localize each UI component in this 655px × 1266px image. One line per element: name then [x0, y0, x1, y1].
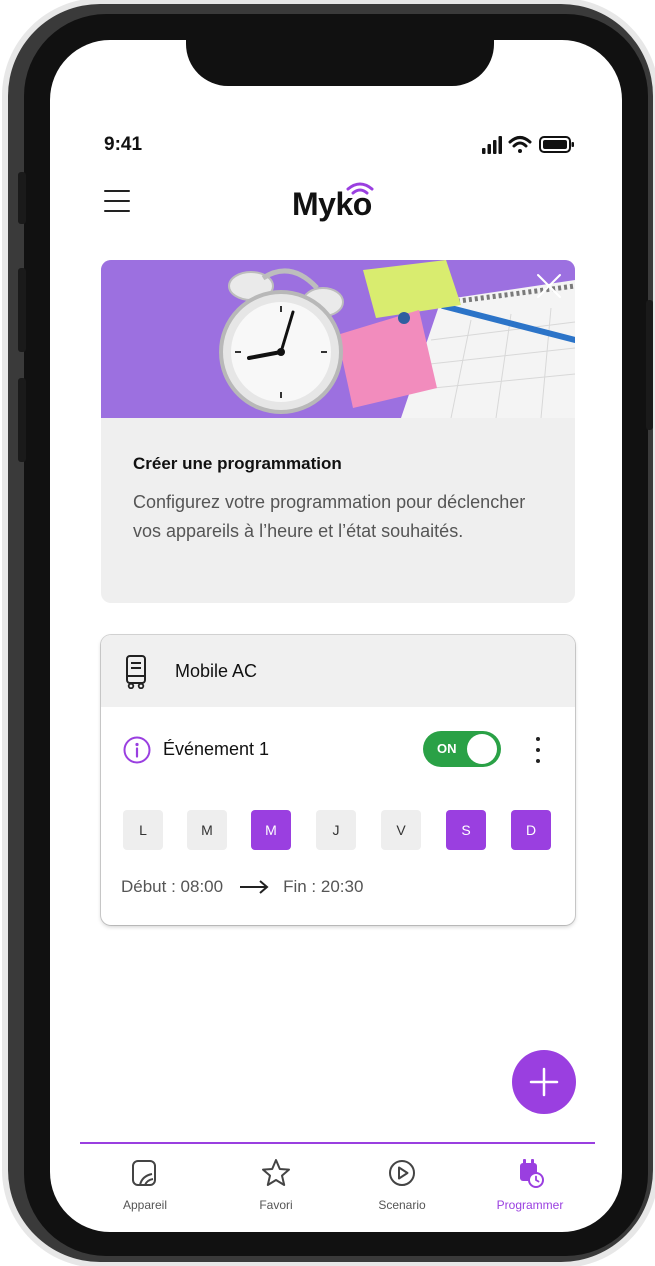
- push-pin: [398, 312, 410, 324]
- day-button[interactable]: M: [251, 810, 291, 850]
- nav-item-scenario[interactable]: Scenario: [347, 1144, 457, 1228]
- toggle-label: ON: [437, 741, 457, 756]
- day-button[interactable]: J: [316, 810, 356, 850]
- wifi-icon: [508, 136, 532, 153]
- volume-down-button: [18, 378, 26, 462]
- power-button: [646, 300, 653, 430]
- notch: [186, 14, 494, 86]
- device-icon: [132, 1160, 156, 1186]
- air-conditioner-icon: [126, 655, 146, 689]
- menu-button[interactable]: [104, 190, 130, 212]
- nav-label: Scenario: [378, 1198, 426, 1212]
- event-toggle[interactable]: ON: [423, 731, 501, 767]
- more-vertical-icon: [536, 737, 540, 741]
- nav-item-programmer[interactable]: Programmer: [475, 1144, 585, 1228]
- nav-label: Favori: [259, 1198, 293, 1212]
- info-icon[interactable]: [123, 736, 151, 764]
- schedule-times: Début : 08:00 Fin : 20:30: [121, 877, 363, 897]
- signal-icon: [482, 136, 502, 154]
- battery-icon: [539, 136, 574, 153]
- nav-label: Programmer: [496, 1198, 564, 1212]
- promo-card: Créer une programmation Configurez votre…: [101, 260, 575, 603]
- close-icon[interactable]: [535, 272, 563, 300]
- promo-title: Créer une programmation: [133, 454, 342, 473]
- status-icons: [482, 136, 574, 154]
- nav-item-appareil[interactable]: Appareil: [90, 1144, 200, 1228]
- star-icon: [262, 1159, 290, 1186]
- menu-icon: [104, 190, 130, 192]
- more-vertical-icon-dot: [536, 748, 540, 752]
- promo-description: Configurez votre programmation pour décl…: [133, 492, 526, 541]
- phone-mockup: 9:41 Myko Créer une programmation Config…: [0, 0, 655, 1266]
- end-time[interactable]: Fin : 20:30: [283, 877, 363, 897]
- mute-switch: [18, 172, 26, 224]
- more-options-button[interactable]: [529, 735, 547, 765]
- alarm-clock-image: [219, 268, 344, 414]
- menu-icon-bar: [104, 200, 130, 202]
- day-button[interactable]: M: [187, 810, 227, 850]
- more-vertical-icon-dot: [536, 759, 540, 763]
- menu-icon-bar: [104, 210, 130, 212]
- bottom-nav: Appareil Favori Scenario Programmer: [80, 1144, 595, 1228]
- status-time: 9:41: [104, 134, 143, 155]
- device-schedule-card: Mobile AC Événement 1 ON L M M J V S D D…: [101, 635, 575, 925]
- calendar-clock-icon: [520, 1159, 544, 1188]
- add-schedule-button[interactable]: [512, 1050, 576, 1114]
- device-name: Mobile AC: [175, 661, 258, 681]
- nav-label: Appareil: [122, 1198, 168, 1212]
- event-name: Événement 1: [163, 739, 270, 759]
- start-time[interactable]: Début : 08:00: [121, 877, 223, 897]
- play-icon: [389, 1160, 415, 1186]
- device-header[interactable]: Mobile AC: [101, 635, 575, 707]
- plus-icon: [529, 1067, 559, 1097]
- toggle-knob: [467, 734, 497, 764]
- arrow-right-icon: [240, 880, 269, 894]
- day-button[interactable]: L: [123, 810, 163, 850]
- day-button[interactable]: S: [446, 810, 486, 850]
- volume-up-button: [18, 268, 26, 352]
- promo-image: [101, 260, 575, 418]
- logo-wifi-icon: [346, 182, 374, 195]
- day-button[interactable]: V: [381, 810, 421, 850]
- nav-item-favori[interactable]: Favori: [221, 1144, 331, 1228]
- day-button[interactable]: D: [511, 810, 551, 850]
